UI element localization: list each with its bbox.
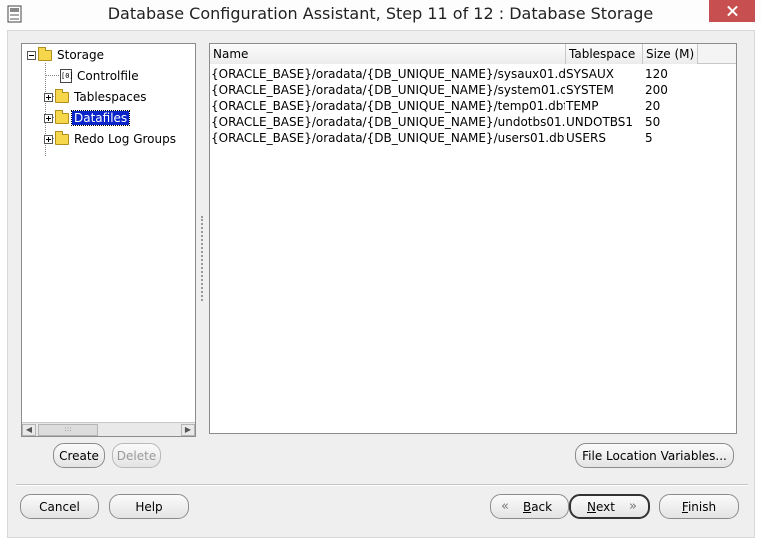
cell-tablespace: SYSAUX bbox=[566, 67, 614, 81]
tree-item-datafiles[interactable]: Datafiles bbox=[44, 109, 131, 127]
cell-size: 20 bbox=[645, 99, 661, 113]
cell-size: 5 bbox=[645, 131, 653, 145]
table-row[interactable]: {ORACLE_BASE}/oradata/{DB_UNIQUE_NAME}/s… bbox=[210, 82, 699, 98]
column-header-name[interactable]: Name bbox=[210, 44, 566, 64]
expand-icon[interactable] bbox=[44, 113, 53, 123]
horizontal-scrollbar[interactable]: ◀ ::: ▶ bbox=[22, 422, 195, 436]
tree-item-label: Datafiles bbox=[70, 110, 131, 126]
cell-size: 120 bbox=[645, 67, 668, 81]
help-button[interactable]: Help bbox=[109, 494, 189, 519]
cell-tablespace: UNDOTBS1 bbox=[566, 115, 634, 129]
create-button[interactable]: Create bbox=[53, 443, 105, 468]
folder-icon bbox=[55, 88, 69, 103]
tree-root-storage[interactable]: Storage bbox=[27, 46, 106, 64]
folder-icon bbox=[55, 130, 69, 145]
chevron-right-icon: » bbox=[628, 499, 637, 514]
tree-item-tablespaces[interactable]: Tablespaces bbox=[44, 88, 149, 106]
table-row[interactable]: {ORACLE_BASE}/oradata/{DB_UNIQUE_NAME}/u… bbox=[210, 130, 699, 146]
cell-size: 200 bbox=[645, 83, 668, 97]
column-header-tablespace[interactable]: Tablespace bbox=[566, 44, 643, 64]
expand-icon[interactable] bbox=[44, 92, 53, 102]
finish-label: Finish bbox=[681, 499, 717, 514]
dialog-body: Storage [0] Controlfile Tablespaces Data… bbox=[7, 30, 755, 538]
scroll-right-icon[interactable]: ▶ bbox=[181, 424, 195, 436]
close-icon[interactable] bbox=[709, 0, 755, 22]
scroll-thumb[interactable]: ::: bbox=[38, 424, 98, 436]
window-title: Database Configuration Assistant, Step 1… bbox=[107, 4, 654, 23]
tree-item-controlfile[interactable]: [0] Controlfile bbox=[58, 67, 141, 85]
tree-item-redo-log-groups[interactable]: Redo Log Groups bbox=[44, 130, 178, 148]
next-label: Next bbox=[587, 499, 615, 514]
expand-icon[interactable] bbox=[44, 134, 53, 144]
cell-name: {ORACLE_BASE}/oradata/{DB_UNIQUE_NAME}/u… bbox=[211, 115, 565, 129]
cell-name: {ORACLE_BASE}/oradata/{DB_UNIQUE_NAME}/s… bbox=[211, 67, 565, 81]
tree-item-label: Redo Log Groups bbox=[74, 132, 176, 146]
back-label: Back bbox=[522, 499, 553, 514]
splitter-grip[interactable] bbox=[201, 216, 204, 301]
tree-item-label: Controlfile bbox=[77, 69, 139, 83]
table-header: Name Tablespace Size (M) bbox=[210, 44, 736, 64]
table-row[interactable]: {ORACLE_BASE}/oradata/{DB_UNIQUE_NAME}/s… bbox=[210, 66, 699, 82]
cell-tablespace: TEMP bbox=[566, 99, 599, 113]
cell-name: {ORACLE_BASE}/oradata/{DB_UNIQUE_NAME}/u… bbox=[211, 131, 565, 145]
datafiles-table[interactable]: Name Tablespace Size (M) {ORACLE_BASE}/o… bbox=[209, 43, 737, 434]
separator bbox=[16, 484, 748, 486]
title-bar: Database Configuration Assistant, Step 1… bbox=[0, 0, 761, 30]
folder-icon bbox=[55, 109, 69, 124]
table-row[interactable]: {ORACLE_BASE}/oradata/{DB_UNIQUE_NAME}/t… bbox=[210, 98, 699, 114]
delete-button[interactable]: Delete bbox=[112, 443, 161, 468]
chevron-left-icon: « bbox=[501, 499, 509, 514]
tree-root-label: Storage bbox=[57, 48, 104, 62]
cell-tablespace: SYSTEM bbox=[566, 83, 614, 97]
cell-name: {ORACLE_BASE}/oradata/{DB_UNIQUE_NAME}/t… bbox=[211, 99, 565, 113]
storage-tree[interactable]: Storage [0] Controlfile Tablespaces Data… bbox=[21, 43, 196, 437]
cell-tablespace: USERS bbox=[566, 131, 606, 145]
scroll-left-icon[interactable]: ◀ bbox=[22, 424, 36, 436]
cancel-button[interactable]: Cancel bbox=[20, 494, 99, 519]
table-row[interactable]: {ORACLE_BASE}/oradata/{DB_UNIQUE_NAME}/u… bbox=[210, 114, 699, 130]
cell-size: 50 bbox=[645, 115, 661, 129]
tree-item-label: Tablespaces bbox=[74, 90, 147, 104]
finish-button[interactable]: Finish bbox=[659, 494, 739, 519]
column-header-size[interactable]: Size (M) bbox=[643, 44, 698, 64]
folder-open-icon bbox=[38, 46, 52, 61]
next-button[interactable]: Next » bbox=[569, 494, 650, 519]
cell-name: {ORACLE_BASE}/oradata/{DB_UNIQUE_NAME}/s… bbox=[211, 83, 565, 97]
file-icon: [0] bbox=[60, 69, 74, 83]
file-location-variables-button[interactable]: File Location Variables... bbox=[575, 443, 734, 468]
back-button[interactable]: « Back bbox=[490, 494, 569, 519]
collapse-icon[interactable] bbox=[27, 50, 36, 60]
